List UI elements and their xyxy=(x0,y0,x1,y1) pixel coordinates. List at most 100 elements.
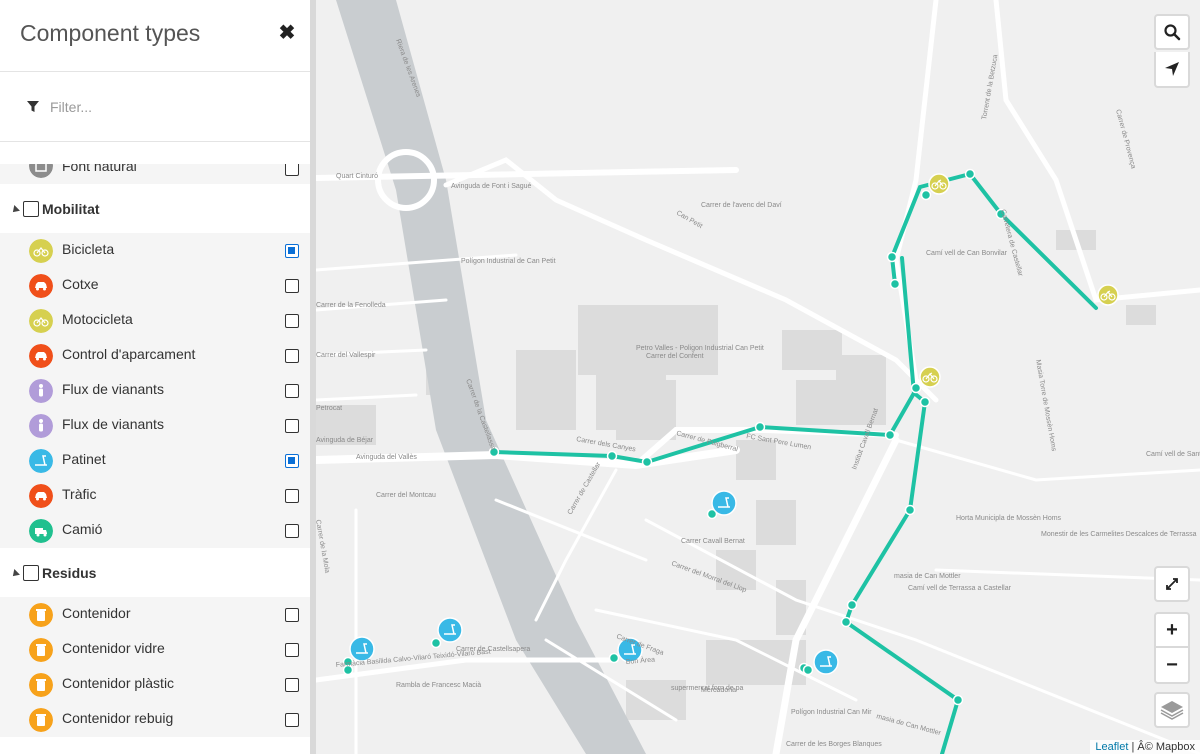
truck-icon xyxy=(29,519,53,543)
search-button[interactable] xyxy=(1154,14,1190,50)
list-item[interactable]: Tràfic xyxy=(0,478,310,513)
component-type-list: Font natural Mobilitat Bicicleta Cotxe Motoc… xyxy=(0,164,310,737)
route-node xyxy=(952,694,964,706)
street-label: Carretera de Castellar xyxy=(999,209,1024,278)
route-node xyxy=(886,251,898,263)
item-checkbox[interactable] xyxy=(285,643,299,657)
list-item[interactable]: Control d'aparcament xyxy=(0,338,310,373)
item-checkbox[interactable] xyxy=(285,713,299,727)
list-item[interactable]: Contenidor rebuig xyxy=(0,702,310,737)
item-checkbox[interactable] xyxy=(285,524,299,538)
locate-button[interactable] xyxy=(1154,52,1190,88)
search-icon xyxy=(1164,24,1181,41)
item-checkbox[interactable] xyxy=(285,419,299,433)
scooter-icon[interactable] xyxy=(437,617,463,643)
street-label: Carrer de l'avenc del Daví xyxy=(701,202,782,209)
scooter-icon[interactable] xyxy=(813,649,839,675)
layers-button[interactable] xyxy=(1154,692,1190,728)
zoom-in-button[interactable]: + xyxy=(1154,612,1190,648)
item-checkbox[interactable] xyxy=(285,454,299,468)
route-node xyxy=(964,168,976,180)
list-item[interactable]: Camió xyxy=(0,513,310,548)
item-checkbox[interactable] xyxy=(285,279,299,293)
list-item[interactable]: Motocicleta xyxy=(0,303,310,338)
street-label: Can Petit xyxy=(675,210,703,230)
street-label: Carrer del Confent xyxy=(646,353,704,360)
street-label: Carrer de la Fenolleda xyxy=(316,302,386,309)
item-checkbox[interactable] xyxy=(285,678,299,692)
bicycle-icon[interactable] xyxy=(1097,284,1119,306)
bin-icon xyxy=(29,708,53,732)
bicycle-icon[interactable] xyxy=(928,173,950,195)
collapse-triangle-icon[interactable] xyxy=(10,205,20,215)
scooter-icon[interactable] xyxy=(349,636,375,662)
group-checkbox[interactable] xyxy=(23,565,39,581)
item-label: Control d'aparcament xyxy=(62,346,196,362)
item-checkbox[interactable] xyxy=(285,384,299,398)
item-label: Bicicleta xyxy=(62,241,115,257)
group-header[interactable]: Residus xyxy=(0,548,310,597)
list-item[interactable]: Flux de vianants xyxy=(0,373,310,408)
street-label: Torrent de la Betzuca xyxy=(981,54,999,120)
street-label: Camí vell de Can Bonvilar xyxy=(926,250,1008,257)
item-label: Patinet xyxy=(62,451,106,467)
route-node xyxy=(606,450,618,462)
item-label: Tràfic xyxy=(62,486,97,502)
route-node xyxy=(884,429,896,441)
minus-icon: − xyxy=(1166,653,1178,676)
route-node xyxy=(904,504,916,516)
collapse-triangle-icon[interactable] xyxy=(10,569,20,579)
item-label: Motocicleta xyxy=(62,311,133,327)
scooter-icon xyxy=(29,449,53,473)
filter-input[interactable] xyxy=(50,94,290,120)
close-icon[interactable]: ✖ xyxy=(276,22,298,44)
route-node xyxy=(840,616,852,628)
filter-icon xyxy=(27,101,39,112)
group-checkbox[interactable] xyxy=(23,201,39,217)
street-label: Carrer Cavall Bernat xyxy=(681,538,745,545)
item-label: Flux de vianants xyxy=(62,416,164,432)
route-node xyxy=(641,456,653,468)
item-checkbox[interactable] xyxy=(285,489,299,503)
car-icon xyxy=(29,484,53,508)
street-label: Rambla de Francesc Macià xyxy=(396,682,481,689)
list-item[interactable]: Contenidor xyxy=(0,597,310,632)
item-checkbox[interactable] xyxy=(285,164,299,176)
map-attribution: Leaflet | Â© Mapbox xyxy=(1090,740,1200,754)
list-item[interactable]: Font natural xyxy=(0,164,310,184)
list-item[interactable]: Contenidor plàstic xyxy=(0,667,310,702)
item-checkbox[interactable] xyxy=(285,314,299,328)
map-view[interactable]: Riera de les Arenes Quart Cinturó Avinguda… xyxy=(316,0,1200,754)
sidebar-resize-handle[interactable] xyxy=(310,0,316,754)
list-item[interactable]: Patinet xyxy=(0,443,310,478)
fullscreen-button[interactable] xyxy=(1154,566,1190,602)
zoom-out-button[interactable]: − xyxy=(1154,646,1190,684)
item-label: Cotxe xyxy=(62,276,99,292)
street-label: Avinguda de Font i Sagué xyxy=(451,183,532,190)
street-label: masia de Can Mottler xyxy=(894,573,961,580)
group-header[interactable]: Mobilitat xyxy=(0,184,310,233)
item-checkbox[interactable] xyxy=(285,244,299,258)
street-label: masia de Can Mottler xyxy=(875,713,942,737)
layers-icon xyxy=(1160,701,1184,720)
bicycle-icon[interactable] xyxy=(919,366,941,388)
item-label: Contenidor rebuig xyxy=(62,710,174,726)
plus-icon: + xyxy=(1166,618,1178,641)
street-label: Polígon Industrial de Can Petit xyxy=(461,258,556,265)
street-label: Carrer de Provença xyxy=(1114,109,1137,170)
route-node xyxy=(920,189,932,201)
expand-icon xyxy=(1166,578,1178,590)
component-types-sidebar: Component types ✖ Font natural Mobilitat B… xyxy=(0,0,310,754)
street-label: Carrer de Castellar xyxy=(567,461,603,516)
list-item[interactable]: Bicicleta xyxy=(0,233,310,268)
list-item[interactable]: Cotxe xyxy=(0,268,310,303)
list-item[interactable]: Flux de vianants xyxy=(0,408,310,443)
scooter-icon[interactable] xyxy=(711,490,737,516)
street-label: Petrocat xyxy=(316,405,342,412)
item-checkbox[interactable] xyxy=(285,608,299,622)
leaflet-link[interactable]: Leaflet xyxy=(1095,741,1128,753)
item-checkbox[interactable] xyxy=(285,349,299,363)
street-label: Quart Cinturó xyxy=(336,173,378,180)
item-label: Contenidor plàstic xyxy=(62,675,175,691)
list-item[interactable]: Contenidor vidre xyxy=(0,632,310,667)
